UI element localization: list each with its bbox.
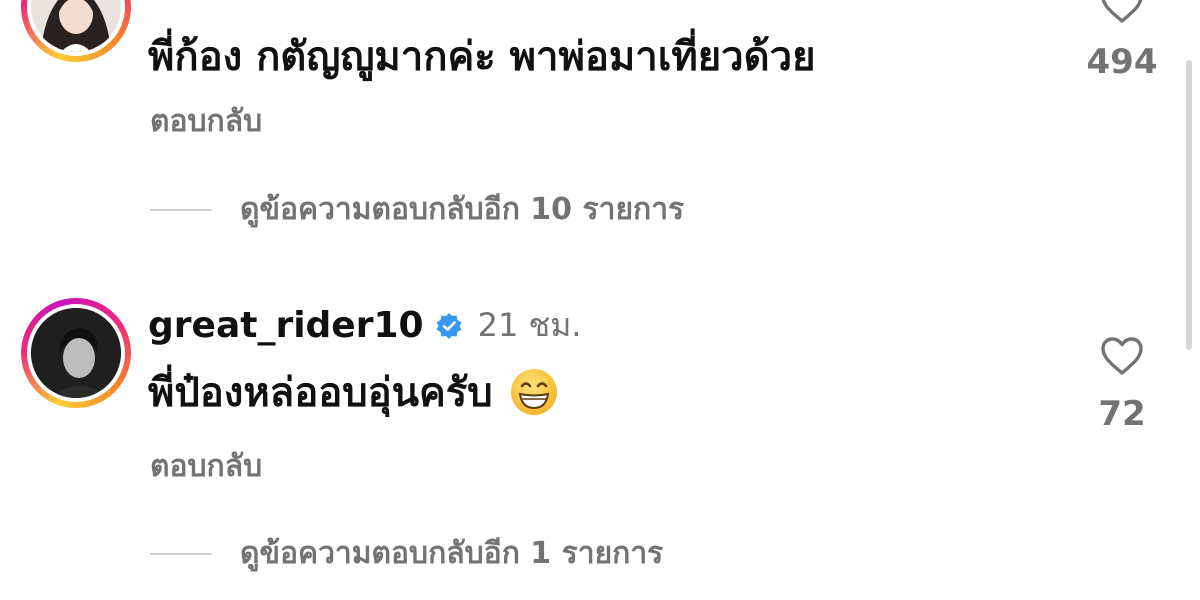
avatar (31, 308, 121, 398)
view-replies-divider (150, 552, 212, 555)
comment-text-row: พี่ป๋องหล่ออบอุ่นครับ (148, 360, 559, 424)
reply-button[interactable]: ตอบกลับ (150, 443, 262, 490)
heart-icon (1101, 337, 1143, 375)
comment-text: พี่ก้อง กตัญญูมากค่ะ พาพ่อมาเที่ยวด้วย (148, 34, 816, 80)
view-replies-label: ดูข้อความตอบกลับอีก 1 รายการ (240, 536, 664, 571)
like-count: 494 (1086, 42, 1158, 82)
reply-button[interactable]: ตอบกลับ (150, 98, 262, 145)
like-count: 72 (1098, 394, 1146, 434)
avatar-frame (27, 304, 125, 402)
avatar-man-icon (31, 308, 121, 398)
heart-icon (1101, 0, 1143, 23)
like-column: 494 (1067, 0, 1177, 82)
scrollbar[interactable] (1186, 60, 1192, 350)
verified-badge-icon (434, 311, 464, 341)
comment-text: พี่ป๋องหล่ออบอุ่นครับ (148, 370, 493, 416)
view-replies-button[interactable]: ดูข้อความตอบกลับอีก 10 รายการ (150, 186, 684, 233)
like-column: 72 (1067, 336, 1177, 434)
avatar (31, 0, 121, 52)
avatar-story-ring[interactable] (21, 298, 131, 408)
avatar-story-ring[interactable] (21, 0, 131, 62)
view-replies-button[interactable]: ดูข้อความตอบกลับอีก 1 รายการ (150, 530, 663, 577)
avatar-frame (27, 0, 125, 56)
like-button[interactable] (1100, 336, 1144, 376)
view-replies-label: ดูข้อความตอบกลับอีก 10 รายการ (240, 192, 685, 227)
avatar-woman-icon (31, 0, 121, 52)
like-button[interactable] (1100, 0, 1144, 24)
view-replies-divider (150, 208, 212, 211)
comment-timestamp: 21 ชม. (477, 306, 582, 344)
comment-header: great_rider10 21 ชม. (148, 300, 581, 351)
grinning-face-emoji-icon (509, 367, 559, 417)
comments-panel: พี่ก้อง กตัญญูมากค่ะ พาพ่อมาเที่ยวด้วย ต… (0, 0, 1200, 600)
username-link[interactable]: great_rider10 (148, 305, 424, 346)
